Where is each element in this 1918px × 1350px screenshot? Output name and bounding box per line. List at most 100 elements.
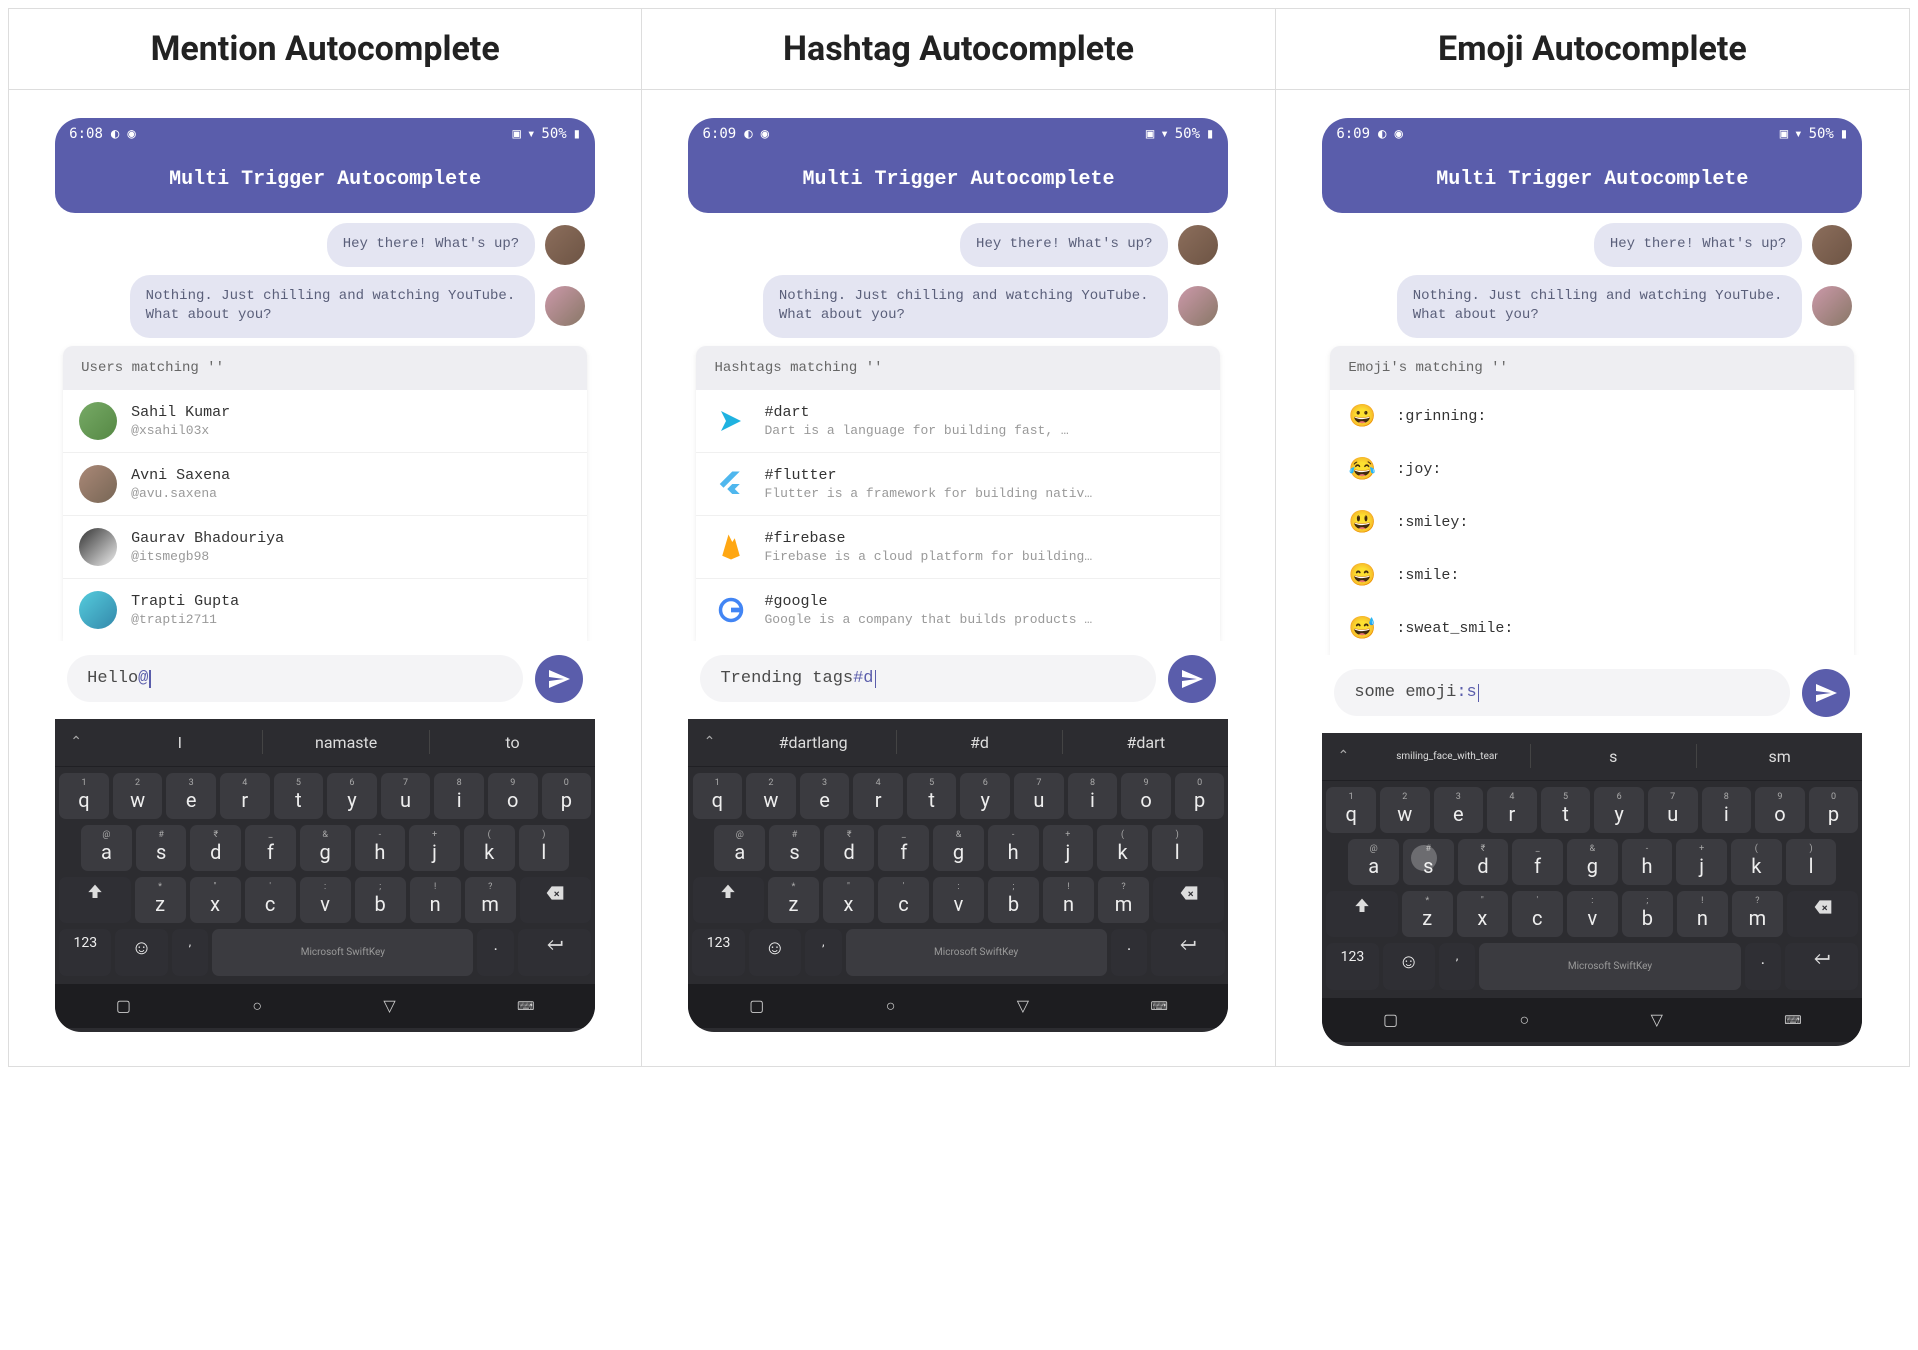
key-u[interactable]: 7u bbox=[381, 773, 431, 819]
key-h[interactable]: -h bbox=[988, 825, 1039, 871]
key-y[interactable]: 6y bbox=[960, 773, 1010, 819]
nav-recent-icon[interactable]: ▢ bbox=[1383, 1010, 1398, 1029]
key-i[interactable]: 8i bbox=[1068, 773, 1118, 819]
key-v[interactable]: :v bbox=[300, 877, 351, 923]
emoji-item[interactable]: 😀:grinning: bbox=[1330, 390, 1854, 443]
suggestion[interactable]: #dart bbox=[1063, 719, 1228, 766]
mic-key[interactable]: , bbox=[805, 929, 842, 976]
key-d[interactable]: ₹d bbox=[190, 825, 241, 871]
emoji-key[interactable]: ☺ bbox=[1383, 943, 1435, 990]
suggestion[interactable]: I bbox=[97, 719, 262, 766]
key-c[interactable]: 'c bbox=[878, 877, 929, 923]
key-o[interactable]: 9o bbox=[488, 773, 538, 819]
suggestion[interactable]: #dartlang bbox=[730, 719, 895, 766]
space-key[interactable]: Microsoft SwiftKey bbox=[1479, 943, 1740, 990]
key-q[interactable]: 1q bbox=[59, 773, 109, 819]
key-m[interactable]: ?m bbox=[465, 877, 516, 923]
key-c[interactable]: 'c bbox=[245, 877, 296, 923]
shift-key[interactable] bbox=[59, 877, 130, 923]
key-a[interactable]: @a bbox=[81, 825, 132, 871]
key-p[interactable]: 0p bbox=[542, 773, 592, 819]
key-w[interactable]: 2w bbox=[113, 773, 163, 819]
key-m[interactable]: ?m bbox=[1098, 877, 1149, 923]
key-q[interactable]: 1q bbox=[693, 773, 743, 819]
key-v[interactable]: :v bbox=[933, 877, 984, 923]
suggestion[interactable]: s bbox=[1531, 733, 1696, 780]
key-p[interactable]: 0p bbox=[1809, 787, 1859, 833]
key-b[interactable]: ;b bbox=[1622, 891, 1673, 937]
nav-keyboard-icon[interactable]: ⌨ bbox=[1784, 1013, 1801, 1027]
key-e[interactable]: 3e bbox=[166, 773, 216, 819]
numbers-key[interactable]: 123 bbox=[59, 929, 111, 976]
key-s[interactable]: #s bbox=[1403, 839, 1454, 885]
mention-item[interactable]: Gaurav Bhadouriya@itsmegb98 bbox=[63, 515, 587, 578]
key-x[interactable]: "x bbox=[1457, 891, 1508, 937]
nav-keyboard-icon[interactable]: ⌨ bbox=[517, 999, 534, 1013]
key-j[interactable]: +j bbox=[409, 825, 460, 871]
period-key[interactable]: . bbox=[1745, 943, 1782, 990]
key-p[interactable]: 0p bbox=[1175, 773, 1225, 819]
emoji-item[interactable]: 😅:sweat_smile: bbox=[1330, 602, 1854, 655]
key-a[interactable]: @a bbox=[714, 825, 765, 871]
emoji-item[interactable]: 😄:smile: bbox=[1330, 549, 1854, 602]
nav-back-icon[interactable]: ▽ bbox=[383, 996, 395, 1015]
key-l[interactable]: )l bbox=[1786, 839, 1837, 885]
nav-back-icon[interactable]: ▽ bbox=[1651, 1010, 1663, 1029]
key-n[interactable]: !n bbox=[410, 877, 461, 923]
hashtag-item[interactable]: #firebaseFirebase is a cloud platform fo… bbox=[696, 515, 1220, 578]
key-t[interactable]: 5t bbox=[274, 773, 324, 819]
key-r[interactable]: 4r bbox=[1487, 787, 1537, 833]
key-g[interactable]: &g bbox=[300, 825, 351, 871]
period-key[interactable]: . bbox=[1111, 929, 1148, 976]
key-y[interactable]: 6y bbox=[327, 773, 377, 819]
backspace-key[interactable] bbox=[1153, 877, 1224, 923]
shift-key[interactable] bbox=[693, 877, 764, 923]
numbers-key[interactable]: 123 bbox=[692, 929, 744, 976]
enter-key[interactable] bbox=[1785, 943, 1858, 990]
suggestion[interactable]: sm bbox=[1697, 733, 1862, 780]
emoji-key[interactable]: ☺ bbox=[115, 929, 167, 976]
key-w[interactable]: 2w bbox=[746, 773, 796, 819]
emoji-key[interactable]: ☺ bbox=[749, 929, 801, 976]
nav-back-icon[interactable]: ▽ bbox=[1017, 996, 1029, 1015]
key-f[interactable]: _f bbox=[878, 825, 929, 871]
key-v[interactable]: :v bbox=[1567, 891, 1618, 937]
mention-item[interactable]: Avni Saxena@avu.saxena bbox=[63, 452, 587, 515]
send-button[interactable] bbox=[1802, 669, 1850, 717]
message-input[interactable]: Hello @ bbox=[67, 655, 523, 702]
nav-recent-icon[interactable]: ▢ bbox=[116, 996, 131, 1015]
key-x[interactable]: "x bbox=[823, 877, 874, 923]
key-e[interactable]: 3e bbox=[800, 773, 850, 819]
key-f[interactable]: _f bbox=[245, 825, 296, 871]
key-k[interactable]: (k bbox=[464, 825, 515, 871]
key-a[interactable]: @a bbox=[1348, 839, 1399, 885]
mention-item[interactable]: Sahil Kumar@xsahil03x bbox=[63, 390, 587, 452]
hashtag-item[interactable]: #dartDart is a language for building fas… bbox=[696, 390, 1220, 452]
key-e[interactable]: 3e bbox=[1434, 787, 1484, 833]
key-r[interactable]: 4r bbox=[853, 773, 903, 819]
numbers-key[interactable]: 123 bbox=[1326, 943, 1378, 990]
space-key[interactable]: Microsoft SwiftKey bbox=[212, 929, 473, 976]
key-d[interactable]: ₹d bbox=[824, 825, 875, 871]
key-l[interactable]: )l bbox=[519, 825, 570, 871]
key-z[interactable]: *z bbox=[1402, 891, 1453, 937]
suggestion[interactable]: #d bbox=[897, 719, 1062, 766]
key-n[interactable]: !n bbox=[1043, 877, 1094, 923]
key-i[interactable]: 8i bbox=[1702, 787, 1752, 833]
key-c[interactable]: 'c bbox=[1512, 891, 1563, 937]
key-z[interactable]: *z bbox=[768, 877, 819, 923]
suggestion[interactable]: to bbox=[430, 719, 595, 766]
space-key[interactable]: Microsoft SwiftKey bbox=[846, 929, 1107, 976]
emoji-item[interactable]: 😂:joy: bbox=[1330, 443, 1854, 496]
key-q[interactable]: 1q bbox=[1326, 787, 1376, 833]
key-z[interactable]: *z bbox=[135, 877, 186, 923]
key-u[interactable]: 7u bbox=[1648, 787, 1698, 833]
key-t[interactable]: 5t bbox=[907, 773, 957, 819]
expand-icon[interactable]: ⌃ bbox=[1322, 748, 1364, 764]
key-t[interactable]: 5t bbox=[1541, 787, 1591, 833]
suggestion[interactable]: namaste bbox=[263, 719, 428, 766]
expand-icon[interactable]: ⌃ bbox=[55, 734, 97, 750]
key-s[interactable]: #s bbox=[769, 825, 820, 871]
key-x[interactable]: "x bbox=[190, 877, 241, 923]
key-o[interactable]: 9o bbox=[1121, 773, 1171, 819]
